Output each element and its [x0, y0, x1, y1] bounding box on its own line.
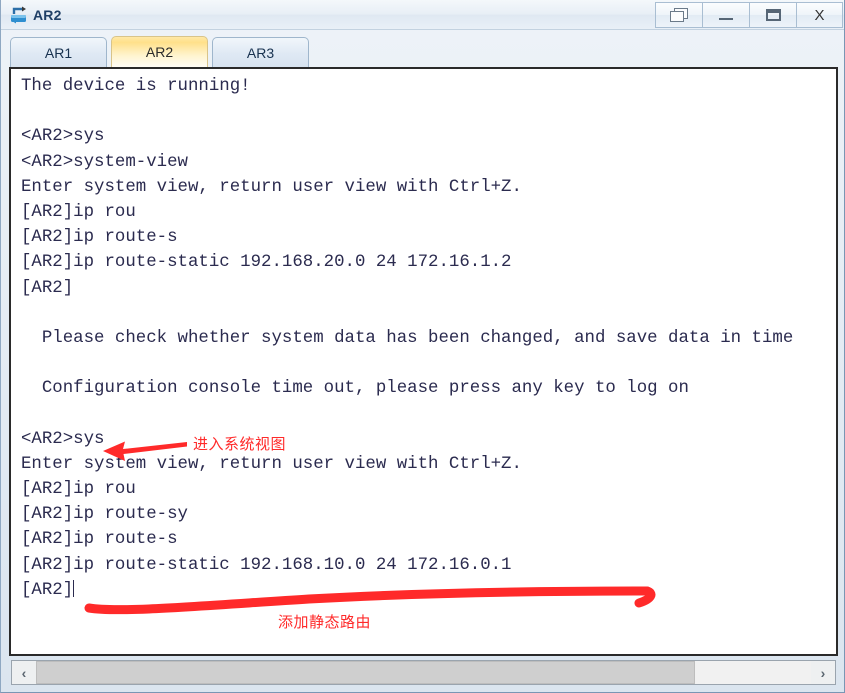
window-controls: X [655, 2, 843, 28]
device-tab-strip: AR1 AR2 AR3 [1, 30, 844, 67]
terminal-line: Configuration console time out, please p… [21, 379, 689, 399]
router-icon [11, 6, 26, 23]
maximize-icon [765, 9, 781, 21]
terminal-line: [AR2] [21, 278, 74, 298]
terminal-line: [AR2]ip route-s [21, 530, 178, 550]
minimize-icon [719, 17, 733, 20]
terminal-line: [AR2]ip rou [21, 202, 136, 222]
title-bar: AR2 X [1, 0, 844, 30]
tab-ar1[interactable]: AR1 [10, 37, 107, 67]
scrollbar-thumb[interactable] [36, 661, 695, 684]
terminal-line: [AR2]ip route-static 192.168.20.0 24 172… [21, 253, 512, 273]
restore-button[interactable] [655, 2, 702, 28]
scroll-right-icon[interactable]: › [811, 661, 835, 684]
tab-ar2-label: AR2 [145, 44, 174, 60]
window-title: AR2 [33, 6, 62, 23]
terminal-line: <AR2>system-view [21, 152, 188, 172]
restore-icon [669, 7, 689, 23]
maximize-button[interactable] [749, 2, 796, 28]
tab-ar2[interactable]: AR2 [111, 36, 208, 67]
terminal-line: [AR2]ip route-static 192.168.10.0 24 172… [21, 555, 512, 575]
add-static-route-note: 添加静态路由 [278, 613, 372, 631]
tab-ar1-label: AR1 [44, 44, 73, 61]
terminal-line: <AR2>sys [21, 127, 105, 147]
scroll-left-icon[interactable]: ‹ [12, 661, 36, 684]
terminal-line: Enter system view, return user view with… [21, 177, 522, 197]
router-cli-window: AR2 X AR1 AR2 AR3 The device is running!… [0, 0, 845, 693]
terminal-line: The device is running! [21, 77, 251, 96]
close-icon: X [814, 6, 825, 24]
close-button[interactable]: X [796, 2, 843, 28]
terminal-frame: The device is running! <AR2>sys <AR2>syste… [9, 67, 838, 656]
terminal-line: [AR2]ip route-s [21, 228, 178, 248]
annotation-underline-icon [84, 586, 656, 615]
annotation-arrow-icon [103, 441, 187, 461]
text-cursor [73, 579, 75, 597]
tab-ar3[interactable]: AR3 [212, 37, 309, 67]
terminal-line: Please check whether system data has bee… [21, 328, 794, 348]
tab-ar3-label: AR3 [246, 44, 275, 61]
enter-system-view-note: 进入系统视图 [193, 435, 287, 453]
terminal-line: [AR2]ip route-sy [21, 505, 188, 525]
cli-console[interactable]: The device is running! <AR2>sys <AR2>syste… [11, 69, 836, 654]
terminal-line: [AR2]ip rou [21, 480, 136, 499]
scrollbar-track[interactable] [36, 661, 811, 684]
horizontal-scrollbar[interactable]: ‹ › [11, 660, 836, 685]
minimize-button[interactable] [702, 2, 749, 28]
